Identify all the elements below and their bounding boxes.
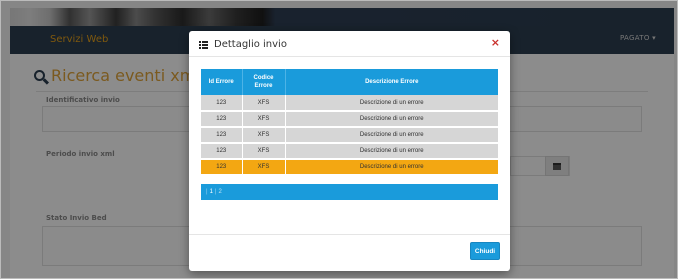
close-button[interactable]: Chiudi <box>470 242 500 260</box>
page-link-2[interactable]: 2 <box>218 189 221 195</box>
modal-title: Dettaglio invio <box>199 39 287 50</box>
table-row[interactable]: 123 XFS Descrizione di un errore <box>201 143 498 160</box>
pagination: | 1 | 2 <box>201 184 498 200</box>
cell-id: 123 <box>201 111 243 128</box>
cell-id: 123 <box>201 95 243 112</box>
column-header-id[interactable]: Id Errore <box>201 69 243 95</box>
close-icon[interactable]: × <box>491 36 500 49</box>
column-header-code[interactable]: Codice Errore <box>242 69 286 95</box>
cell-description: Descrizione di un errore <box>285 143 498 160</box>
table-header-row: Id Errore Codice Errore Descrizione Error… <box>201 69 498 95</box>
cell-code: XFS <box>242 127 286 144</box>
cell-code: XFS <box>242 143 286 160</box>
table-row[interactable]: 123 XFS Descrizione di un errore <box>201 111 498 128</box>
cell-description: Descrizione di un errore <box>285 111 498 128</box>
error-detail-modal: Dettaglio invio × Id Errore Codice Errore… <box>189 31 510 271</box>
cell-description: Descrizione di un errore <box>285 159 498 176</box>
modal-footer-divider <box>189 234 510 235</box>
column-header-description[interactable]: Descrizione Errore <box>285 69 498 95</box>
cell-id: 123 <box>201 127 243 144</box>
cell-code: XFS <box>242 159 286 176</box>
page-link-1[interactable]: 1 <box>210 189 213 195</box>
cell-code: XFS <box>242 111 286 128</box>
cell-description: Descrizione di un errore <box>285 95 498 112</box>
cell-id: 123 <box>201 143 243 160</box>
list-icon <box>199 40 208 49</box>
modal-header: Dettaglio invio × <box>189 31 510 57</box>
table-row[interactable]: 123 XFS Descrizione di un errore <box>201 127 498 144</box>
table-row[interactable]: 123 XFS Descrizione di un errore <box>201 95 498 112</box>
cell-description: Descrizione di un errore <box>285 127 498 144</box>
modal-title-text: Dettaglio invio <box>214 39 287 50</box>
cell-id: 123 <box>201 159 243 176</box>
error-table: Id Errore Codice Errore Descrizione Error… <box>201 69 498 176</box>
table-row-selected[interactable]: 123 XFS Descrizione di un errore <box>201 159 498 176</box>
cell-code: XFS <box>242 95 286 112</box>
